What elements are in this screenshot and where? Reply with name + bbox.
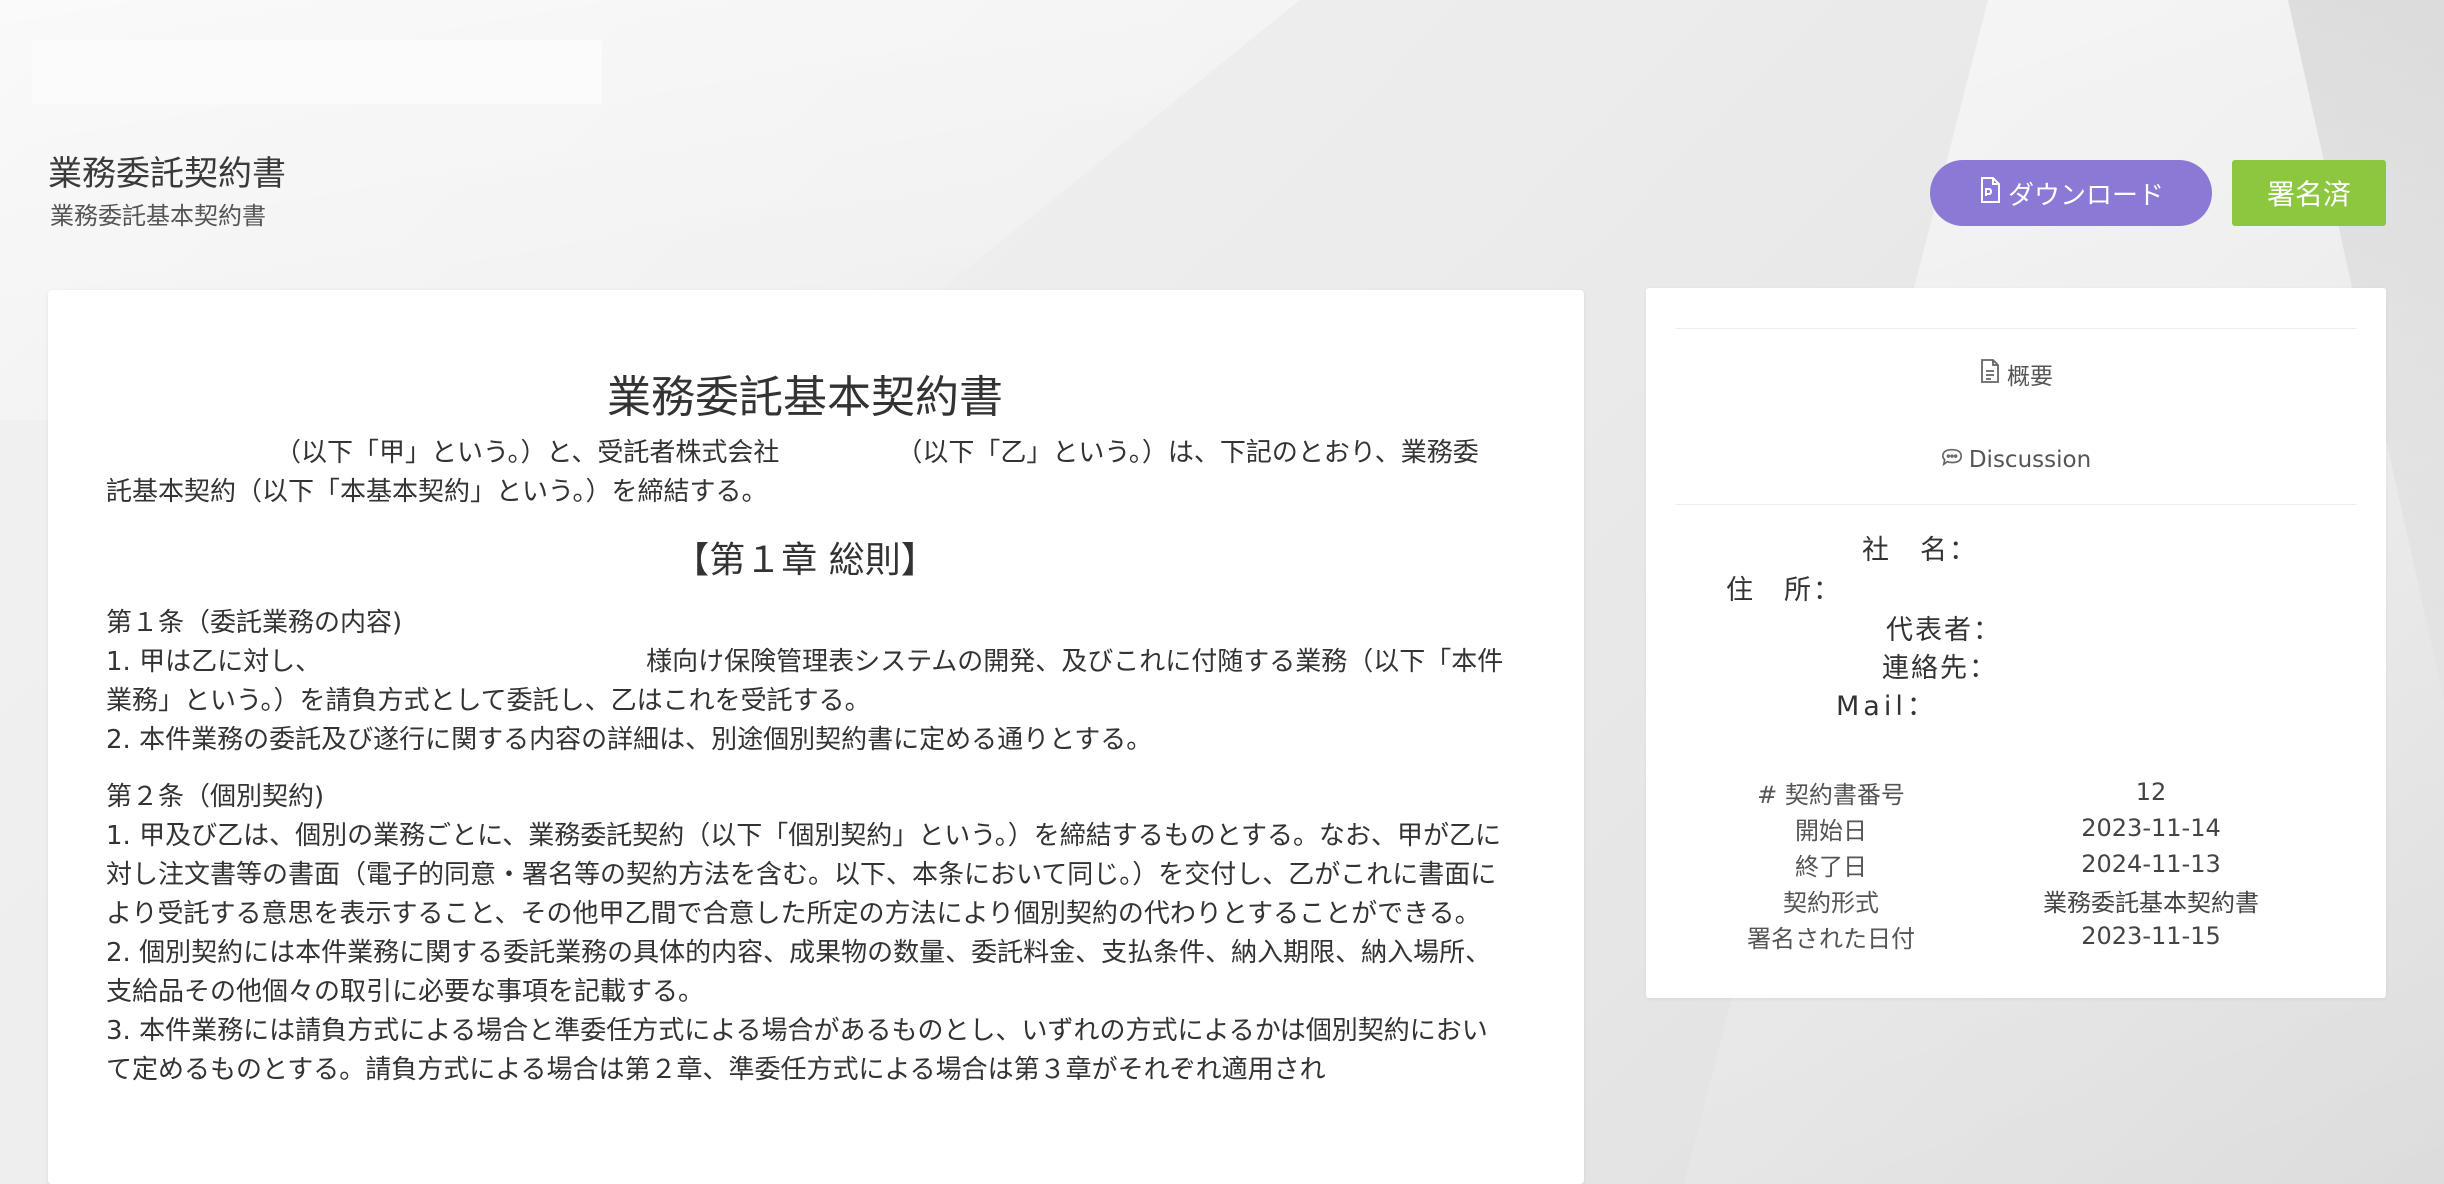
meta-row: 契約形式 業務委託基本契約書 — [1706, 882, 2346, 918]
divider — [1676, 328, 2356, 329]
divider — [1676, 504, 2356, 505]
document-intro: （以下「甲」という。）と、受託者株式会社 （以下「乙」という。）は、下記のとおり… — [106, 438, 1479, 507]
tab-discussion[interactable]: Discussion — [1646, 436, 2386, 484]
article-clause: 2. 本件業務の委託及び遂行に関する内容の詳細は、別途個別契約書に定める通りとす… — [106, 725, 1153, 755]
article-clause: 1. 甲は乙に対し、 様向け保険管理表システムの開発、及びこれに付随する業務（以… — [106, 647, 1504, 716]
company-mail-label: Mail： — [1836, 691, 1938, 722]
company-representative-label: 代表者： — [1886, 615, 2002, 646]
logo-area — [32, 40, 602, 104]
page-title: 業務委託契約書 — [48, 154, 286, 194]
signed-status-badge[interactable]: 署名済 — [2232, 160, 2386, 226]
pdf-file-icon — [1978, 176, 2002, 210]
meta-value: 2023-11-15 — [2081, 922, 2221, 950]
download-button-label: ダウンロード — [2007, 180, 2164, 211]
meta-row: # 契約書番号 12 — [1706, 774, 2346, 810]
article-heading: 第１条（委託業務の内容) — [106, 608, 403, 638]
company-name-label: 社 名： — [1862, 535, 1978, 566]
meta-value: 2024-11-13 — [2081, 850, 2221, 878]
article-clause: 2. 個別契約には本件業務に関する委託業務の具体的内容、成果物の数量、委託料金、… — [106, 938, 1492, 1007]
meta-value: 12 — [2135, 778, 2167, 806]
meta-label: 開始日 — [1795, 816, 1867, 845]
article-clause: 1. 甲及び乙は、個別の業務ごとに、業務委託契約（以下「個別契約」という。）を締… — [106, 821, 1501, 929]
meta-row: 署名された日付 2023-11-15 — [1706, 918, 2346, 954]
article: 第１条（委託業務の内容) 1. 甲は乙に対し、 様向け保険管理表システムの開発、… — [106, 604, 1504, 760]
article-clause: 3. 本件業務には請負方式による場合と準委任方式による場合があるものとし、いずれ… — [106, 1016, 1488, 1085]
meta-label: 終了日 — [1795, 852, 1867, 881]
tab-overview[interactable]: 概要 — [1646, 350, 2386, 398]
company-address-label: 住 所： — [1726, 575, 1842, 606]
meta-label: # 契約書番号 — [1757, 780, 1905, 809]
contract-document: 業務委託基本契約書 （以下「甲」という。）と、受託者株式会社 （以下「乙」という… — [48, 290, 1584, 1184]
meta-row: 終了日 2024-11-13 — [1706, 846, 2346, 882]
meta-label: 署名された日付 — [1747, 924, 1915, 953]
document-icon — [1979, 359, 2001, 389]
article: 第２条（個別契約) 1. 甲及び乙は、個別の業務ごとに、業務委託契約（以下「個別… — [106, 778, 1504, 1090]
company-contact-label: 連絡先： — [1882, 653, 1998, 684]
meta-row: 開始日 2023-11-14 — [1706, 810, 2346, 846]
tab-discussion-label: Discussion — [1968, 447, 2092, 473]
article-heading: 第２条（個別契約) — [106, 782, 325, 812]
meta-value: 2023-11-14 — [2081, 814, 2221, 842]
chapter-title: 【第１章 総則】 — [673, 540, 937, 581]
chat-bubble-icon — [1941, 445, 1963, 475]
meta-value: 業務委託基本契約書 — [2043, 888, 2259, 917]
tab-overview-label: 概要 — [2007, 364, 2053, 390]
page-subtitle: 業務委託基本契約書 — [50, 202, 266, 230]
contract-info-panel: 概要 Discussion 社 名： 住 所： 代表者： 連絡先： Mail： … — [1646, 288, 2386, 998]
download-button[interactable]: ダウンロード — [1930, 160, 2212, 226]
meta-label: 契約形式 — [1783, 888, 1879, 917]
document-title: 業務委託基本契約書 — [607, 372, 1003, 423]
contract-meta-table: # 契約書番号 12 開始日 2023-11-14 終了日 2024-11-13… — [1706, 774, 2346, 954]
